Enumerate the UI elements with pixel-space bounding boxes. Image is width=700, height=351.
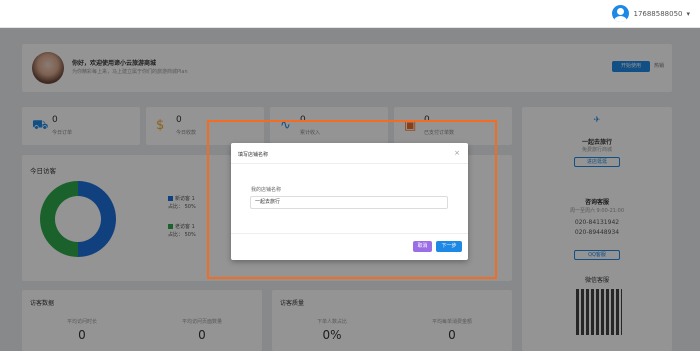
shop-name-input[interactable]: 一起去旅行 xyxy=(250,196,448,209)
close-icon[interactable]: × xyxy=(454,149,460,157)
user-menu[interactable]: 17688588050 ▾ xyxy=(612,5,690,22)
top-bar: 17688588050 ▾ xyxy=(0,0,700,28)
dialog-title: 填写店铺名称 xyxy=(238,152,269,158)
chevron-down-icon[interactable]: ▾ xyxy=(686,10,690,18)
username[interactable]: 17688588050 xyxy=(633,10,682,18)
shop-name-label: 我的店铺名称 xyxy=(251,187,282,193)
next-button[interactable]: 下一步 xyxy=(436,241,462,252)
divider xyxy=(231,163,468,164)
cancel-button[interactable]: 取消 xyxy=(413,241,432,252)
shop-name-dialog: 填写店铺名称 × 我的店铺名称 一起去旅行 取消 下一步 xyxy=(231,143,468,260)
divider xyxy=(231,233,468,234)
user-avatar-icon[interactable] xyxy=(612,5,630,22)
